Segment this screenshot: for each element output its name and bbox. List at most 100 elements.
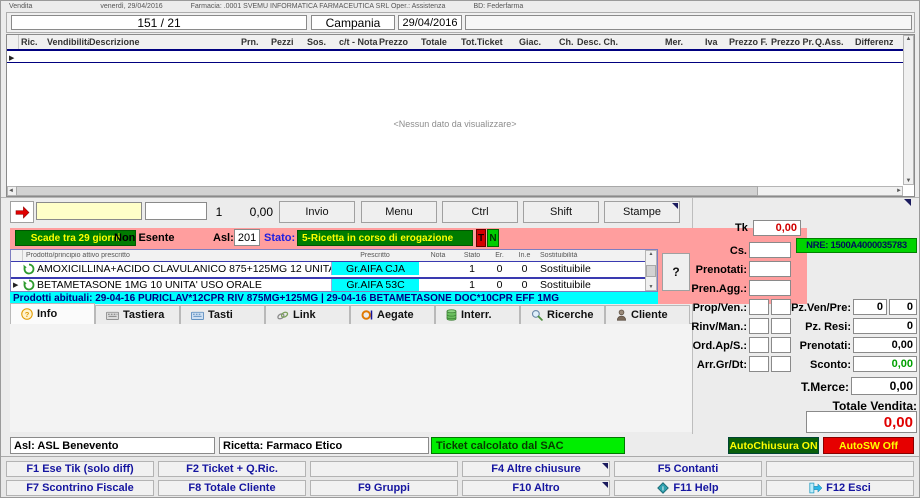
help-button[interactable]: ? [662,253,690,291]
arr-gr-field-1[interactable] [749,356,769,372]
cs-field[interactable] [749,242,791,258]
col-prezzo-pr[interactable]: Prezzo Pr. [771,37,815,47]
pren-agg-field[interactable] [749,280,791,296]
tmerce-value: 0,00 [889,379,913,393]
col-qass[interactable]: Q.Ass. [815,37,855,47]
tab-aegate[interactable]: Aegate [350,305,435,324]
help-button-label: ? [672,265,680,279]
grid-vscrollbar[interactable]: ▲ ▼ [645,250,657,291]
col-giac[interactable]: Giac. [519,37,559,47]
menu-button[interactable]: Menu [361,201,437,223]
f2-button[interactable]: F2 Ticket + Q.Ric. [158,461,306,477]
confirm-arrow-button[interactable] [10,201,34,223]
scroll-left-icon[interactable]: ◄ [8,188,14,194]
tab-ricerche[interactable]: Ricerche [520,305,605,324]
col-mer[interactable]: Mer. [665,37,705,47]
col-prezzo-f[interactable]: Prezzo F. [729,37,771,47]
row2-prescritto-text: Gr.AIFA 53C [346,279,405,291]
col-totale[interactable]: Totale [421,37,461,47]
asl-status-text: Asl: ASL Benevento [14,439,119,452]
col-ch[interactable]: Ch. [559,37,577,47]
col-desc-ch[interactable]: Desc. Ch. [577,37,665,47]
tk-field: 0,00 [753,220,801,236]
tab-link[interactable]: Link [265,305,350,324]
main-separator [1,197,919,198]
ctrl-button[interactable]: Ctrl [442,201,518,223]
scroll-up-icon[interactable]: ▲ [649,251,654,257]
f11-button[interactable]: i F11 Help [614,480,762,496]
table-vscrollbar[interactable]: ▲ ▼ [903,35,914,185]
link-icon [276,310,289,321]
region-field[interactable]: Campania [311,15,395,30]
autosw-toggle[interactable]: AutoSW Off [823,437,914,454]
f10-button[interactable]: F10 Altro [462,480,610,496]
col-pezzi[interactable]: Pezzi [271,37,307,47]
row2-selector[interactable]: ▶ [11,279,23,291]
col-ct-nota[interactable]: c/t - Nota [339,37,379,47]
row1-prescritto-text: Gr.AIFA CJA [346,262,405,275]
col-tot-ticket[interactable]: Tot.Ticket [461,37,519,47]
f3-button[interactable] [310,461,458,477]
tab-tasti[interactable]: Tasti [180,305,265,324]
scroll-right-icon[interactable]: ► [896,188,902,194]
f5-button[interactable]: F5 Contanti [614,461,762,477]
prescription-row[interactable]: AMOXICILLINA+ACIDO CLAVULANICO 875+125MG… [11,261,645,275]
table-hscrollbar[interactable]: ◄ ► [7,186,903,196]
shift-button[interactable]: Shift [523,201,599,223]
col-differenza[interactable]: Differenza [855,37,893,47]
pren-agg-label: Pren.Agg.: [691,283,747,295]
asl-code-field[interactable]: 201 [234,229,260,246]
stato-badge: 5-Ricetta in corso di erogazione [297,230,473,246]
row1-selector[interactable] [11,262,23,275]
col-ric[interactable]: Ric. [19,37,47,47]
col-prn[interactable]: Prn. [241,37,271,47]
f1-button[interactable]: F1 Ese Tik (solo diff) [6,461,154,477]
sconto-label: Sconto: [810,359,851,371]
autochiusura-toggle[interactable]: AutoChiusura ON [728,437,819,454]
tab-cliente[interactable]: Cliente [605,305,690,324]
prop-ven-field-1[interactable] [749,299,769,315]
invio-button[interactable]: Invio [279,201,355,223]
f8-label: F8 Totale Cliente [188,482,276,494]
date-value: 29/04/2016 [402,16,458,29]
flag-t-badge: T [476,229,486,247]
col-descrizione[interactable]: Descrizione [89,37,241,47]
stampe-button[interactable]: Stampe [604,201,680,223]
f4-button[interactable]: F4 Altre chiusure [462,461,610,477]
f9-button[interactable]: F9 Gruppi [310,480,458,496]
hscroll-thumb[interactable] [15,186,758,196]
secondary-input[interactable] [145,202,207,220]
row2-ine-cell: 0 [521,279,528,291]
prescription-row[interactable]: ▶ BETAMETASONE 1MG 10 UNITA' USO ORALE G… [11,277,645,291]
pz-ven-pre-field-2: 0 [889,299,917,315]
product-code-input[interactable] [36,202,142,220]
scroll-up-icon[interactable]: ▲ [906,36,912,42]
ord-ap-field-1[interactable] [749,337,769,353]
prenotati-field[interactable] [749,261,791,277]
col-sos[interactable]: Sos. [307,37,339,47]
f6-button[interactable] [766,461,914,477]
col-vendibilita[interactable]: Vendibilità [47,37,89,47]
top-strip-extra [465,15,912,30]
pz-ven-pre-value-1: 0 [876,301,883,313]
rinv-man-field-1[interactable] [749,318,769,334]
f10-label: F10 Altro [512,482,560,494]
tab-info[interactable]: ? Info [10,303,95,324]
f8-button[interactable]: F8 Totale Cliente [158,480,306,496]
prenotati2-label: Prenotati: [799,340,851,352]
table-row[interactable]: ▶ [7,53,903,63]
scroll-down-icon[interactable]: ▼ [906,178,912,184]
rinv-man-label: Rinv/Man.: [691,321,747,333]
f7-button[interactable]: F7 Scontrino Fiscale [6,480,154,496]
pz-ven-pre-field-1: 0 [853,299,887,315]
grid-vscroll-thumb[interactable] [646,264,656,277]
f12-button[interactable]: F12 Esci [766,480,914,496]
tab-interr[interactable]: Interr. [435,305,520,324]
date-field[interactable]: 29/04/2016 [398,15,462,30]
tab-tastiera[interactable]: Tastiera [95,305,180,324]
f5-label: F5 Contanti [657,463,719,475]
scroll-down-icon[interactable]: ▼ [649,284,654,290]
col-iva[interactable]: Iva [705,37,729,47]
titlebar-farmacia: Farmacia: .0001 SVEMU INFORMATICA FARMAC… [190,2,446,10]
col-prezzo[interactable]: Prezzo [379,37,421,47]
